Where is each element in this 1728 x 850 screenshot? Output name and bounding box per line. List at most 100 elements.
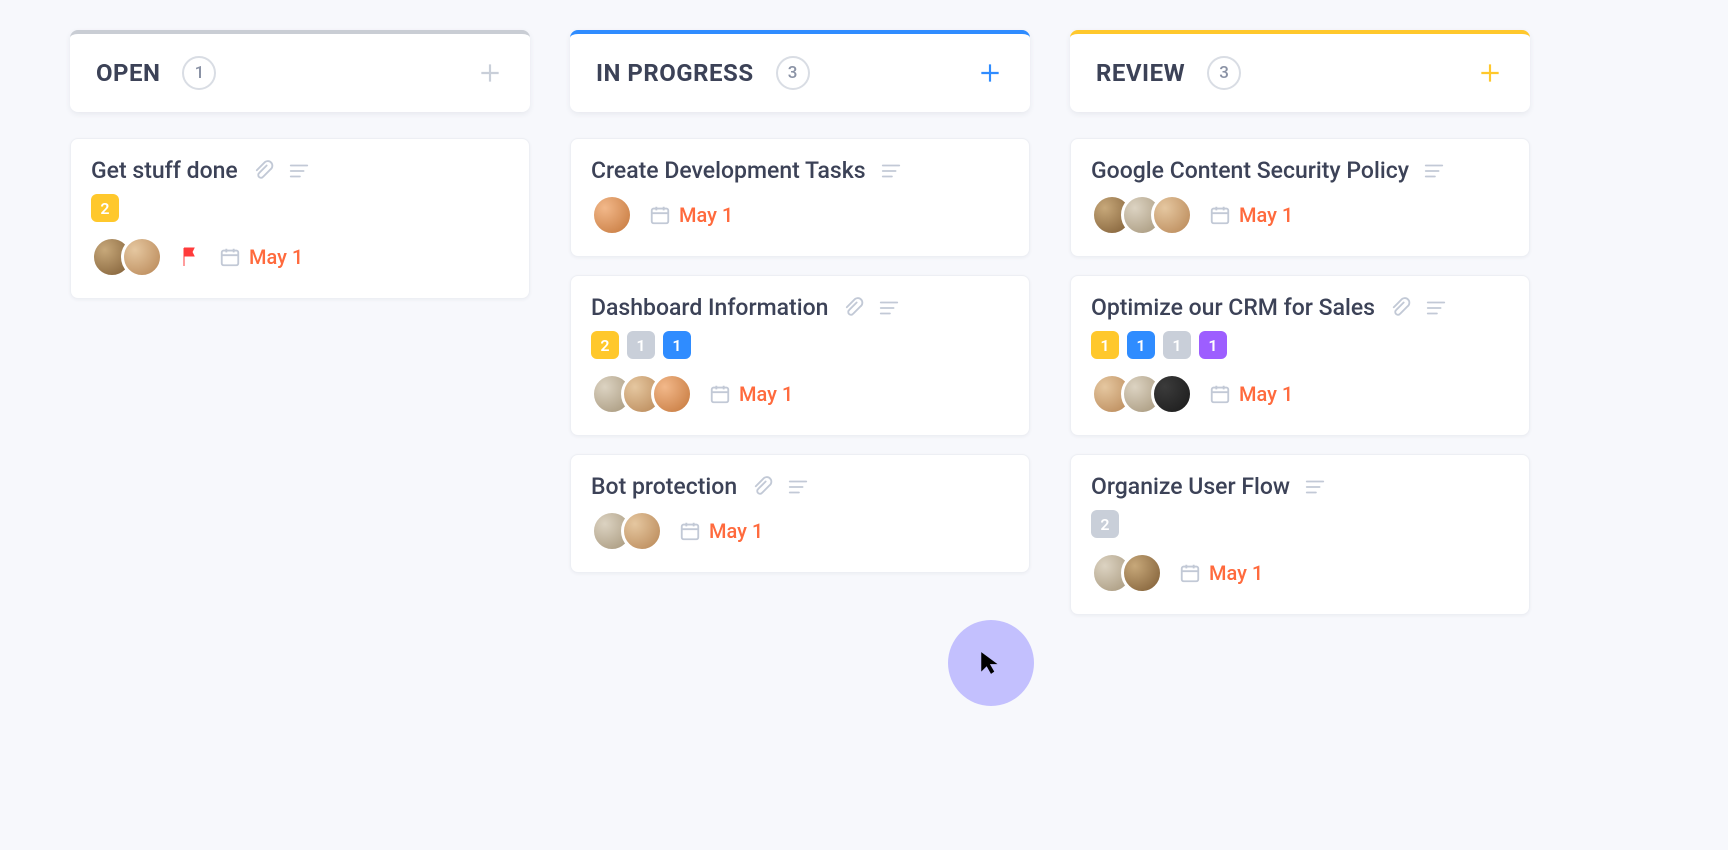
column-header-in_progress[interactable]: IN PROGRESS 3 <box>570 30 1030 112</box>
subtask-badge[interactable]: 2 <box>1091 510 1119 538</box>
due-date[interactable]: May 1 <box>709 382 793 406</box>
description-indicator[interactable] <box>878 297 900 319</box>
avatar-stack[interactable] <box>1091 552 1163 594</box>
avatar-stack[interactable] <box>591 510 663 552</box>
add-task-button[interactable] <box>476 59 504 87</box>
due-date-text: May 1 <box>679 203 733 227</box>
description-icon <box>1304 476 1326 498</box>
column-title: OPEN <box>96 59 160 87</box>
description-icon <box>1423 160 1445 182</box>
avatar[interactable] <box>591 194 633 236</box>
avatar[interactable] <box>121 236 163 278</box>
due-date[interactable]: May 1 <box>1179 561 1263 585</box>
column-count: 1 <box>182 56 216 90</box>
due-date[interactable]: May 1 <box>649 203 733 227</box>
description-indicator[interactable] <box>880 160 902 182</box>
subtask-badge[interactable]: 1 <box>1091 331 1119 359</box>
description-indicator[interactable] <box>1423 160 1445 182</box>
card-footer: May 1 <box>1091 194 1509 236</box>
plus-icon <box>977 60 1003 86</box>
subtask-badge[interactable]: 1 <box>1163 331 1191 359</box>
card-title-row: Google Content Security Policy <box>1091 157 1509 184</box>
attachment-indicator[interactable] <box>842 297 864 319</box>
priority-flag[interactable] <box>179 245 203 269</box>
card-footer: May 1 <box>91 236 509 278</box>
avatar[interactable] <box>1121 552 1163 594</box>
calendar-icon <box>649 204 671 226</box>
description-indicator[interactable] <box>288 160 310 182</box>
card-footer: May 1 <box>1091 373 1509 415</box>
due-date-text: May 1 <box>249 245 303 269</box>
card-footer: May 1 <box>1091 552 1509 594</box>
task-card[interactable]: Bot protection May 1 <box>570 454 1030 573</box>
task-card[interactable]: Google Content Security Policy May 1 <box>1070 138 1530 257</box>
card-title-row: Organize User Flow <box>1091 473 1509 500</box>
card-title-row: Dashboard Information <box>591 294 1009 321</box>
subtask-badge[interactable]: 1 <box>627 331 655 359</box>
attachment-indicator[interactable] <box>252 160 274 182</box>
description-icon <box>288 160 310 182</box>
avatar[interactable] <box>1151 194 1193 236</box>
calendar-icon <box>1209 383 1231 405</box>
badges-row: 2 <box>1091 510 1509 538</box>
column-header-open[interactable]: OPEN 1 <box>70 30 530 112</box>
description-indicator[interactable] <box>1304 476 1326 498</box>
due-date[interactable]: May 1 <box>1209 382 1293 406</box>
subtask-badge[interactable]: 1 <box>663 331 691 359</box>
attachment-icon <box>1389 297 1411 319</box>
subtask-badge[interactable]: 2 <box>591 331 619 359</box>
add-task-button[interactable] <box>1476 59 1504 87</box>
avatar-stack[interactable] <box>591 373 693 415</box>
plus-icon <box>477 60 503 86</box>
task-card[interactable]: Get stuff done 2 May 1 <box>70 138 530 299</box>
avatar-stack[interactable] <box>1091 373 1193 415</box>
card-title: Optimize our CRM for Sales <box>1091 294 1375 321</box>
add-task-button[interactable] <box>976 59 1004 87</box>
card-title-row: Get stuff done <box>91 157 509 184</box>
attachment-indicator[interactable] <box>751 476 773 498</box>
column-header-review[interactable]: REVIEW 3 <box>1070 30 1530 112</box>
attachment-indicator[interactable] <box>1389 297 1411 319</box>
task-card[interactable]: Organize User Flow 2 May 1 <box>1070 454 1530 615</box>
due-date[interactable]: May 1 <box>679 519 763 543</box>
due-date[interactable]: May 1 <box>1209 203 1293 227</box>
task-card[interactable]: Optimize our CRM for Sales 1111 May 1 <box>1070 275 1530 436</box>
avatar[interactable] <box>651 373 693 415</box>
avatar-stack[interactable] <box>591 194 633 236</box>
due-date-text: May 1 <box>1209 561 1263 585</box>
description-icon <box>787 476 809 498</box>
card-title: Get stuff done <box>91 157 238 184</box>
attachment-icon <box>751 476 773 498</box>
description-indicator[interactable] <box>1425 297 1447 319</box>
card-title: Google Content Security Policy <box>1091 157 1409 184</box>
badges-row: 1111 <box>1091 331 1509 359</box>
badges-row: 2 <box>91 194 509 222</box>
subtask-badge[interactable]: 1 <box>1199 331 1227 359</box>
plus-icon <box>1477 60 1503 86</box>
card-footer: May 1 <box>591 194 1009 236</box>
description-indicator[interactable] <box>787 476 809 498</box>
subtask-badge[interactable]: 2 <box>91 194 119 222</box>
due-date-text: May 1 <box>1239 382 1293 406</box>
kanban-board: OPEN 1 Get stuff done 2 May 1 IN PROGRES… <box>0 0 1728 663</box>
avatar-stack[interactable] <box>91 236 163 278</box>
avatar-stack[interactable] <box>1091 194 1193 236</box>
column-review: REVIEW 3 Google Content Security Policy … <box>1070 30 1530 633</box>
badges-row: 211 <box>591 331 1009 359</box>
column-in_progress: IN PROGRESS 3 Create Development Tasks M… <box>570 30 1030 591</box>
card-title: Bot protection <box>591 473 737 500</box>
flag-icon <box>179 245 203 269</box>
subtask-badge[interactable]: 1 <box>1127 331 1155 359</box>
calendar-icon <box>1209 204 1231 226</box>
due-date[interactable]: May 1 <box>219 245 303 269</box>
attachment-icon <box>252 160 274 182</box>
card-footer: May 1 <box>591 510 1009 552</box>
column-count: 3 <box>1207 56 1241 90</box>
due-date-text: May 1 <box>739 382 793 406</box>
avatar[interactable] <box>1151 373 1193 415</box>
card-title: Organize User Flow <box>1091 473 1290 500</box>
task-card[interactable]: Dashboard Information 211 May 1 <box>570 275 1030 436</box>
description-icon <box>880 160 902 182</box>
task-card[interactable]: Create Development Tasks May 1 <box>570 138 1030 257</box>
avatar[interactable] <box>621 510 663 552</box>
